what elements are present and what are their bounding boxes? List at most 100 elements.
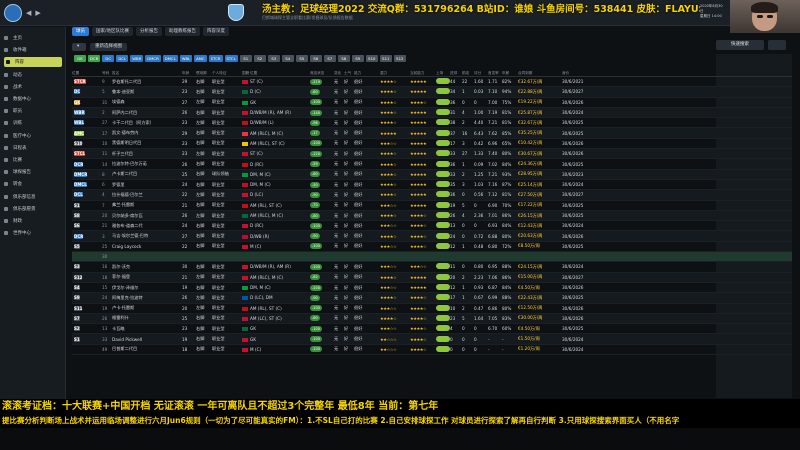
status-button[interactable] <box>436 273 450 280</box>
column-header[interactable]: 年龄 <box>182 71 196 76</box>
position-badge[interactable]: WBL <box>74 120 85 126</box>
status-button[interactable] <box>436 284 450 291</box>
column-header[interactable]: 竞技状态 <box>310 71 334 76</box>
view-dropdown[interactable]: ▾ <box>72 42 86 51</box>
tab-item[interactable]: 球员 <box>72 27 89 36</box>
table-row[interactable]: DMCL 6 罗德里 24 右脚 职业型 DM, M (C) -50 无好很好 ★★★★☆ ★★★★… <box>72 180 792 191</box>
table-row[interactable]: S8 20 贝尔纳多·席尔瓦 26 左脚 职业型 AM (RLC), M (C) -80 无好很… <box>72 210 792 222</box>
position-badge[interactable]: DMCR <box>74 171 88 177</box>
table-row[interactable]: S2 13 卡瓦略 23 右脚 职业型 GK -100 无好很好 ★★★☆☆ ★★★★☆ 4 0 0 6.7… <box>72 324 792 335</box>
status-button[interactable] <box>436 335 450 342</box>
sidebar-item[interactable]: 比赛 <box>4 155 62 165</box>
table-row[interactable]: 30 <box>72 252 792 263</box>
position-badge[interactable]: AMC <box>74 130 85 136</box>
sidebar-item[interactable]: 俱乐部愿景 <box>4 204 62 214</box>
position-filter[interactable]: S2 <box>253 55 266 62</box>
status-button[interactable] <box>436 294 450 301</box>
column-header[interactable]: 首发率 <box>488 71 502 76</box>
column-header[interactable]: 助攻 <box>462 71 474 76</box>
status-button[interactable] <box>436 78 450 85</box>
status-button[interactable] <box>436 232 450 239</box>
position-filter[interactable]: GK <box>74 55 86 62</box>
table-row[interactable]: 49 巴普斯二代目 18 右脚 职业型 M (C) -100 无好很好 ★★☆☆☆ ★★★★☆ 0 0… <box>72 345 792 356</box>
position-filter[interactable]: DCR <box>88 55 101 62</box>
status-button[interactable] <box>436 88 450 95</box>
position-badge[interactable]: DCL <box>74 192 83 198</box>
table-row[interactable]: AMC 17 凯文·德布劳内 29 右脚 职业型 AM (RLC), M (C) -17 无好很… <box>72 128 792 139</box>
status-button[interactable] <box>436 150 450 157</box>
column-header[interactable]: 合同到期 <box>518 71 562 76</box>
sidebar-item[interactable]: 转会 <box>4 179 62 189</box>
column-header[interactable]: 年薪 <box>502 71 518 76</box>
column-header[interactable]: 惯用脚 <box>196 71 212 76</box>
position-badge[interactable]: S11 <box>74 305 83 311</box>
position-filter[interactable]: AMC <box>194 55 207 62</box>
column-header[interactable]: 位置 <box>72 71 102 76</box>
position-badge[interactable]: S1 <box>74 202 80 208</box>
status-button[interactable] <box>436 160 450 167</box>
settings-button[interactable] <box>768 40 786 50</box>
status-button[interactable] <box>436 304 450 311</box>
table-row[interactable]: S9 24 阿梅里克·拉波特 26 左脚 职业型 D (LC), DM -90 无好很好 ★★★★… <box>72 293 792 304</box>
sidebar-item[interactable]: 收件箱 <box>4 45 62 55</box>
column-header[interactable]: 个人特征 <box>212 71 242 76</box>
table-row[interactable]: DCR 14 拉波尔特·巴尔万诺 26 右脚 职业型 D (RC) -59 无好很好 ★★★★☆ ★… <box>72 159 792 170</box>
table-row[interactable]: S4 15 伊戈尔·泽维尔 19 右脚 职业型 DM, M (C) -100 无好很好 ★★★☆☆… <box>72 283 792 294</box>
table-row[interactable]: S11 19 卢卡·托雷斯 20 左脚 职业型 AM (RL), ST (C) -100 无好很… <box>72 304 792 314</box>
status-button[interactable] <box>436 98 450 105</box>
table-row[interactable]: DCR 3 马吉·埃尔兰德·巴特 27 右脚 职业型 D/WB (R) -90 无好很好 ★★★★… <box>72 231 792 242</box>
position-filter[interactable]: S12 <box>393 55 406 62</box>
status-button[interactable] <box>436 345 450 352</box>
table-row[interactable]: WBR 2 阿萨内二代目 26 右脚 职业型 D/WB/M (R), AM (R) -140 无… <box>72 107 792 119</box>
column-header[interactable]: 变化 <box>334 71 344 76</box>
column-header[interactable]: 上场 <box>436 71 450 76</box>
position-filter[interactable]: WBR <box>130 55 144 62</box>
status-button[interactable] <box>436 119 450 126</box>
status-button[interactable] <box>436 222 450 229</box>
position-badge[interactable]: STCR <box>74 79 86 85</box>
position-badge[interactable]: S5 <box>74 243 80 249</box>
column-header[interactable]: 评分 <box>474 71 488 76</box>
column-header[interactable]: 能力 <box>354 71 380 76</box>
table-row[interactable]: GK 31 埃德森 27 左脚 职业型 GK -100 无好很好 ★★★★☆ ★★★★☆ 36 0 0 7.… <box>72 98 792 108</box>
tab-item[interactable]: 阵容深度 <box>203 27 230 36</box>
table-row[interactable]: DMCR 8 卢卡斯二代目 25 右脚 球队领袖 DM, M (C) -60 无好很好 ★★★★☆… <box>72 169 792 180</box>
sidebar-item[interactable]: 主页 <box>4 33 62 43</box>
position-badge[interactable]: S4 <box>74 285 80 291</box>
sidebar-item[interactable]: 训练 <box>4 118 62 128</box>
sidebar-item[interactable]: 战术 <box>4 82 62 92</box>
position-badge[interactable]: GK <box>74 99 81 105</box>
position-filter[interactable]: S9 <box>351 55 364 62</box>
position-filter[interactable]: S7 <box>323 55 336 62</box>
status-button[interactable] <box>436 129 450 136</box>
position-badge[interactable]: S12 <box>74 274 83 280</box>
sidebar-item[interactable]: 俱乐部信息 <box>4 192 62 202</box>
position-filter[interactable]: STCR <box>208 55 223 62</box>
table-row[interactable]: S6 21 雅各布·道森二代 24 右脚 职业型 D (RC) -100 无好很好 ★★★☆☆ ★★… <box>72 221 792 232</box>
position-badge[interactable]: S8 <box>74 213 80 218</box>
position-badge[interactable]: S7 <box>74 315 80 321</box>
column-header[interactable]: 士气 <box>344 71 354 76</box>
table-row[interactable]: S10 10 黑德斯明日代目 23 右脚 职业型 AM (RLC), ST (C) -100 无… <box>72 139 792 150</box>
position-filter[interactable]: WBL <box>179 55 193 62</box>
table-row[interactable]: DCL 4 拉什福德·巴尔兰 22 左脚 职业型 D (LC) -90 无好很好 ★★★★☆ ★★★… <box>72 190 792 201</box>
sidebar-item[interactable]: 职员 <box>4 106 62 116</box>
position-badge[interactable]: S1 <box>74 336 80 342</box>
status-button[interactable] <box>436 170 450 177</box>
status-button[interactable] <box>436 109 450 116</box>
game-logo-icon[interactable] <box>4 4 22 22</box>
table-row[interactable]: DC 5 鲁本·迪亚斯 23 右脚 职业型 D (C) -80 无好很好 ★★★★☆ ★★★★★ 34… <box>72 87 792 98</box>
position-filter[interactable]: S3 <box>267 55 280 62</box>
club-crest-icon[interactable] <box>228 4 244 21</box>
quick-search-button[interactable]: 快速搜索 <box>716 40 764 50</box>
position-badge[interactable]: DMCL <box>74 182 87 188</box>
table-row[interactable]: S5 25 Craig Laycock 22 右脚 职业型 M (C) -100 无好很好 ★★★… <box>72 242 792 253</box>
table-row[interactable]: WBL 27 卡干二代目（阿方索） 23 左脚 职业型 D/WB/M (L) -96 无好很好 ★… <box>72 118 792 129</box>
table-row[interactable]: S1 33 David Pickwell 19 右脚 职业型 GK -100 无好很好 ★★☆☆☆… <box>72 334 792 345</box>
position-filter[interactable]: STCL <box>224 55 238 62</box>
position-filter[interactable]: S4 <box>281 55 294 62</box>
sidebar-item[interactable]: 动态 <box>4 70 62 80</box>
column-header[interactable]: 号码 <box>102 71 112 76</box>
position-badge[interactable]: STCL <box>74 151 86 157</box>
status-button[interactable] <box>436 212 450 218</box>
